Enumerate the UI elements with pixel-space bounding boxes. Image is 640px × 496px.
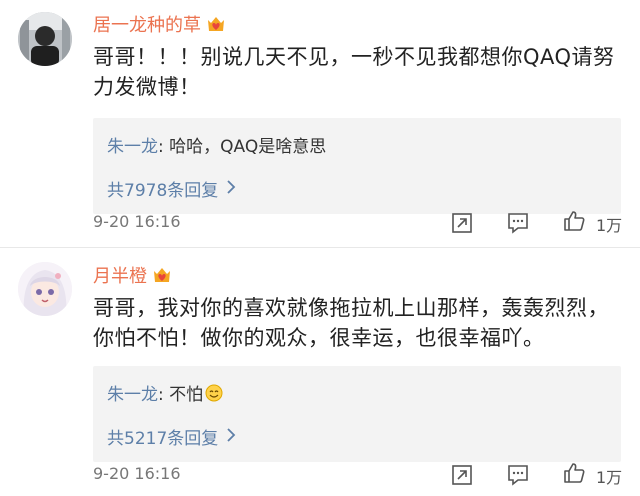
reply-count-label: 共7978条回复: [107, 181, 219, 201]
crown-heart-icon: [151, 265, 173, 285]
reply-count-label: 共5217条回复: [107, 429, 219, 449]
comment-text: 哥哥！！！别说几天不见，一秒不见我都想你QAQ请努力发微博！: [93, 45, 615, 99]
timestamp: 9-20 16:16: [93, 464, 181, 483]
like-count: 1万: [596, 468, 623, 487]
reply-count-link[interactable]: 共5217条回复: [107, 424, 236, 449]
thumbs-up-icon[interactable]: [562, 209, 586, 233]
avatar[interactable]: [18, 262, 72, 316]
comment-item: 居一龙种的草 哥哥！！！别说几天不见，一秒不见我都想你QAQ请努力发微博！ 朱一…: [0, 0, 640, 250]
reply-box[interactable]: 朱一龙 : 哈哈，QAQ是啥意思 共7978条回复: [93, 118, 621, 214]
reply-count-link[interactable]: 共7978条回复: [107, 176, 236, 201]
username-label: 月半橙: [93, 266, 147, 287]
divider: [0, 247, 640, 248]
reply-preview: 朱一龙 : 不怕: [107, 380, 223, 405]
reply-text: : 哈哈，QAQ是啥意思: [158, 137, 327, 157]
comment-item: 月半橙 哥哥，我对你的喜欢就像拖拉机上山那样，轰轰烈烈，你怕不怕！做你的观众，很…: [0, 250, 640, 496]
share-icon[interactable]: [450, 211, 474, 235]
share-icon[interactable]: [450, 463, 474, 487]
comment-text: 哥哥，我对你的喜欢就像拖拉机上山那样，轰轰烈烈，你怕不怕！做你的观众，很幸运，也…: [93, 296, 609, 350]
comment-icon[interactable]: [506, 463, 530, 487]
avatar[interactable]: [18, 12, 72, 66]
comment-icon[interactable]: [506, 211, 530, 235]
chevron-right-icon: [226, 179, 236, 199]
like-count: 1万: [596, 216, 623, 235]
reply-preview: 朱一龙 : 哈哈，QAQ是啥意思: [107, 132, 326, 157]
smile-emoji-icon: [205, 384, 223, 402]
timestamp: 9-20 16:16: [93, 212, 181, 231]
crown-heart-icon: [205, 14, 227, 34]
username[interactable]: 居一龙种的草: [93, 11, 227, 37]
thumbs-up-icon[interactable]: [562, 461, 586, 485]
reply-author[interactable]: 朱一龙: [107, 132, 158, 157]
username[interactable]: 月半橙: [93, 262, 173, 288]
chevron-right-icon: [226, 427, 236, 447]
username-label: 居一龙种的草: [93, 15, 201, 36]
reply-box[interactable]: 朱一龙 : 不怕 共5217条回复: [93, 366, 621, 462]
reply-text: : 不怕: [158, 385, 204, 405]
reply-author[interactable]: 朱一龙: [107, 380, 158, 405]
